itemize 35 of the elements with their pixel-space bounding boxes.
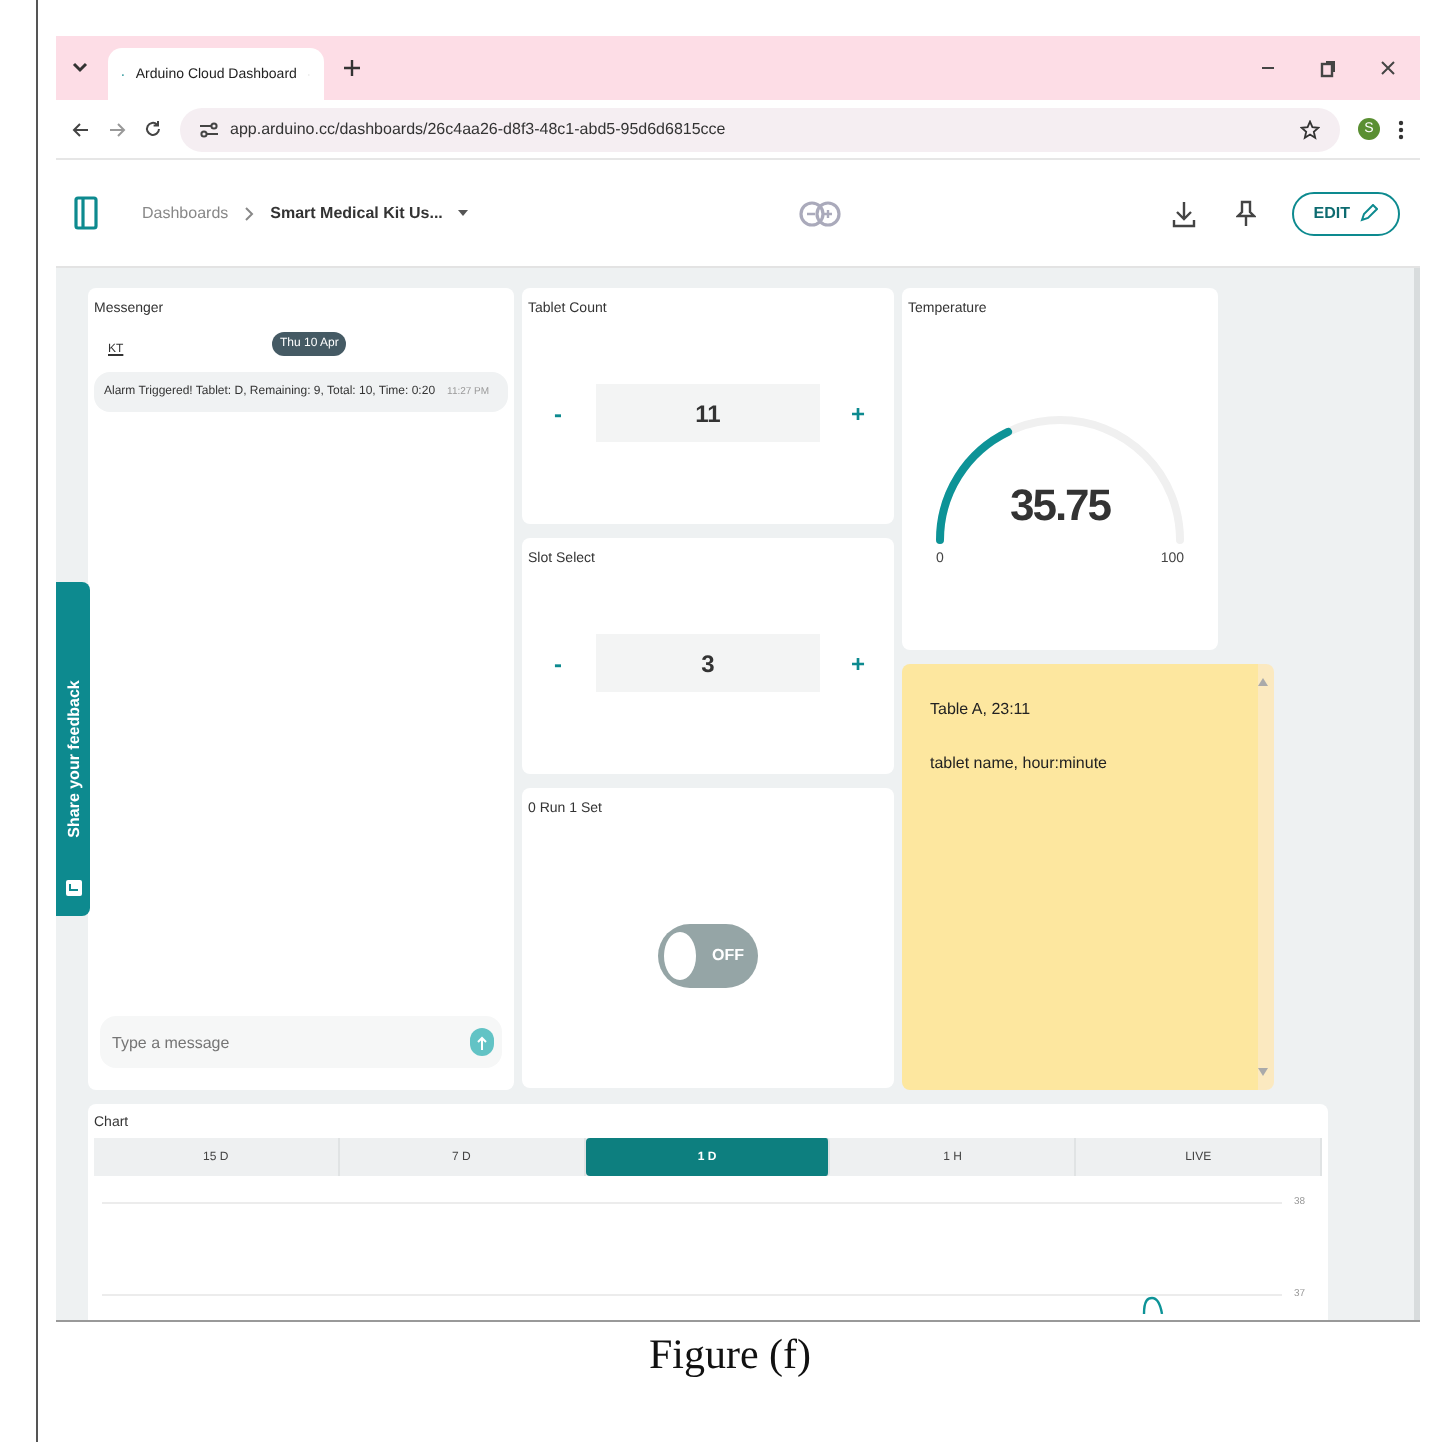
dashboard-title[interactable]: Smart Medical Kit Us... (270, 204, 443, 222)
breadcrumb-link[interactable]: Dashboards (142, 204, 229, 222)
chevron-right-icon (244, 205, 255, 221)
star-icon[interactable] (1300, 119, 1320, 139)
pin-icon[interactable] (1235, 199, 1256, 227)
forward-icon[interactable] (108, 121, 126, 137)
feedback-icon (65, 880, 81, 896)
back-icon[interactable] (72, 121, 90, 137)
increment-button[interactable]: + (844, 649, 872, 677)
caret-icon[interactable] (458, 210, 469, 216)
arrow-up-icon (476, 1035, 488, 1049)
address-field[interactable]: app.arduino.cc/dashboards/26c4aa26-d8f3-48c1-abd5-95d6d6815cce (180, 107, 1340, 151)
figure-caption: Figure (f) (646, 1330, 814, 1380)
new-tab-icon[interactable] (344, 60, 360, 76)
restore-icon[interactable] (1320, 59, 1336, 77)
feedback-tab[interactable]: Share your feedback (56, 582, 90, 916)
note-text: tablet name, hour:minute (930, 754, 1109, 772)
increment-button[interactable]: + (844, 399, 872, 427)
chart-line (1142, 1296, 1166, 1314)
note-text: Table A, 23:11 (930, 700, 1033, 718)
decrement-button[interactable]: - (544, 399, 572, 427)
gauge-value: 35.75 (1007, 480, 1113, 532)
download-icon[interactable] (1171, 199, 1196, 227)
more-icon[interactable] (1398, 119, 1404, 139)
pencil-icon (1360, 204, 1378, 222)
reload-icon[interactable] (144, 120, 162, 138)
edit-button[interactable]: EDIT (1291, 191, 1400, 235)
stepper-value: 3 (596, 634, 820, 692)
decrement-button[interactable]: - (544, 649, 572, 677)
sidebar-icon[interactable] (74, 196, 98, 230)
message-field[interactable]: Type a message (100, 1016, 502, 1068)
toggle-switch[interactable]: OFF (658, 923, 758, 987)
tab-list-icon[interactable] (72, 62, 88, 74)
site-settings-icon[interactable] (200, 121, 218, 137)
stepper-value: 11 (596, 384, 820, 442)
